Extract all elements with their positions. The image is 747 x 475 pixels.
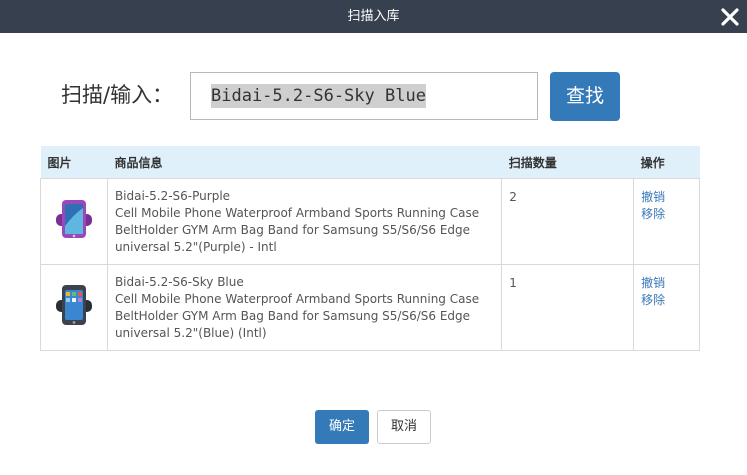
table-row: Bidai-5.2-S6-Purple Cell Mobile Phone Wa… (40, 178, 700, 265)
purple-armband-image (54, 196, 94, 242)
column-header-product-info: 商品信息 (107, 146, 502, 179)
dialog-title: 扫描入库 (347, 9, 400, 24)
column-header-scan-quantity: 扫描数量 (501, 146, 634, 179)
scan-input-label: 扫描/输入： (61, 83, 174, 107)
product-image-cell (40, 178, 108, 265)
confirm-button[interactable]: 确定 (315, 410, 369, 444)
search-button[interactable]: 查找 (550, 72, 620, 121)
undo-link[interactable]: 撤销 (641, 189, 699, 206)
scan-quantity-cell: 1 (501, 264, 635, 351)
scan-inbound-dialog: 扫描入库 扫描/输入： Bidai-5.2-S6-Sky Blue 查找 图片 … (0, 0, 747, 475)
black-armband-image (54, 282, 94, 328)
product-description-line: Cell Mobile Phone Waterproof Armband Spo… (114, 206, 480, 220)
cancel-button[interactable]: 取消 (377, 410, 431, 444)
undo-link[interactable]: 撤销 (641, 275, 699, 292)
product-description-line: BeltHolder GYM Arm Bag Band for Samsung … (114, 223, 471, 237)
product-image-cell (40, 264, 108, 351)
column-header-image: 图片 (40, 146, 108, 179)
remove-link[interactable]: 移除 (641, 292, 699, 309)
actions-cell: 撤销 移除 (633, 178, 700, 265)
product-sku: Bidai-5.2-S6-Sky Blue (114, 275, 244, 289)
dialog-titlebar: 扫描入库 (0, 0, 747, 33)
product-info-cell: Bidai-5.2-S6-Purple Cell Mobile Phone Wa… (106, 178, 503, 265)
remove-link[interactable]: 移除 (641, 206, 699, 223)
product-description-line: BeltHolder GYM Arm Bag Band for Samsung … (114, 309, 471, 323)
scan-input[interactable]: Bidai-5.2-S6-Sky Blue (190, 72, 538, 120)
product-sku: Bidai-5.2-S6-Purple (114, 189, 231, 203)
product-description-line: universal 5.2"(Purple) - Intl (114, 240, 277, 254)
product-description-line: universal 5.2"(Blue) (Intl) (114, 326, 267, 340)
scan-input-value: Bidai-5.2-S6-Sky Blue (211, 84, 426, 108)
column-header-actions: 操作 (633, 146, 700, 179)
actions-cell: 撤销 移除 (633, 264, 700, 351)
close-icon[interactable] (717, 4, 743, 30)
table-row: Bidai-5.2-S6-Sky Blue Cell Mobile Phone … (40, 264, 700, 351)
product-info-cell: Bidai-5.2-S6-Sky Blue Cell Mobile Phone … (106, 264, 503, 351)
product-description-line: Cell Mobile Phone Waterproof Armband Spo… (114, 292, 480, 306)
table-header-row: 图片 商品信息 扫描数量 操作 (40, 146, 700, 179)
scanned-items-table: 图片 商品信息 扫描数量 操作 Bidai-5.2-S6-Purple Cell… (40, 146, 700, 351)
scan-quantity-cell: 2 (501, 178, 635, 265)
